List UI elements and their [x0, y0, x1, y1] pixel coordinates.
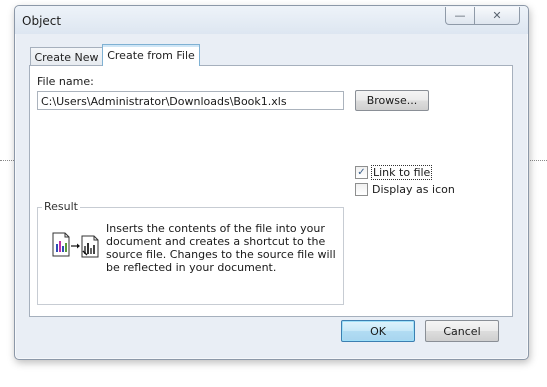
close-button[interactable]: ✕ [474, 7, 520, 25]
tab-create-from-file[interactable]: Create from File [102, 44, 200, 66]
result-legend: Result [42, 200, 80, 213]
display-as-icon-label: Display as icon [372, 183, 455, 196]
dialog-title: Object [22, 14, 62, 28]
file-name-label: File name: [37, 75, 94, 88]
link-to-file-label: Link to file [371, 165, 433, 180]
checkbox-unchecked-icon[interactable] [355, 183, 368, 196]
background-dotted-line-right [528, 160, 547, 161]
file-name-input[interactable] [37, 91, 344, 110]
result-group: Result Inserts the contents of the file … [37, 200, 344, 305]
linked-document-icon [52, 232, 99, 258]
browse-button-label: Browse... [366, 94, 418, 107]
dialog-client-area: Create New Create from File File name: B… [29, 44, 513, 317]
object-dialog: Object — ✕ Create New Create from File F… [14, 5, 529, 360]
ok-button-label: OK [370, 324, 386, 338]
tab-panel-create-from-file: File name: Browse... ✓ Link to file Disp… [29, 65, 513, 317]
link-to-file-checkbox[interactable]: ✓ Link to file [355, 165, 433, 180]
close-icon: ✕ [492, 9, 502, 22]
browse-button[interactable]: Browse... [355, 90, 429, 111]
caption-buttons: — ✕ [445, 7, 521, 26]
checkbox-checked-icon[interactable]: ✓ [355, 166, 368, 179]
cancel-button[interactable]: Cancel [425, 320, 499, 342]
result-description: Inserts the contents of the file into yo… [106, 222, 336, 274]
ok-button[interactable]: OK [341, 320, 415, 342]
tab-create-new[interactable]: Create New [30, 47, 103, 66]
tab-create-from-file-label: Create from File [107, 49, 195, 62]
title-bar[interactable]: Object — ✕ [15, 6, 528, 34]
background-dotted-line-left [0, 160, 14, 161]
minimize-icon: — [454, 9, 466, 22]
tab-create-new-label: Create New [34, 50, 99, 64]
cancel-button-label: Cancel [443, 324, 481, 338]
display-as-icon-checkbox[interactable]: Display as icon [355, 183, 456, 196]
minimize-button[interactable]: — [445, 7, 475, 25]
